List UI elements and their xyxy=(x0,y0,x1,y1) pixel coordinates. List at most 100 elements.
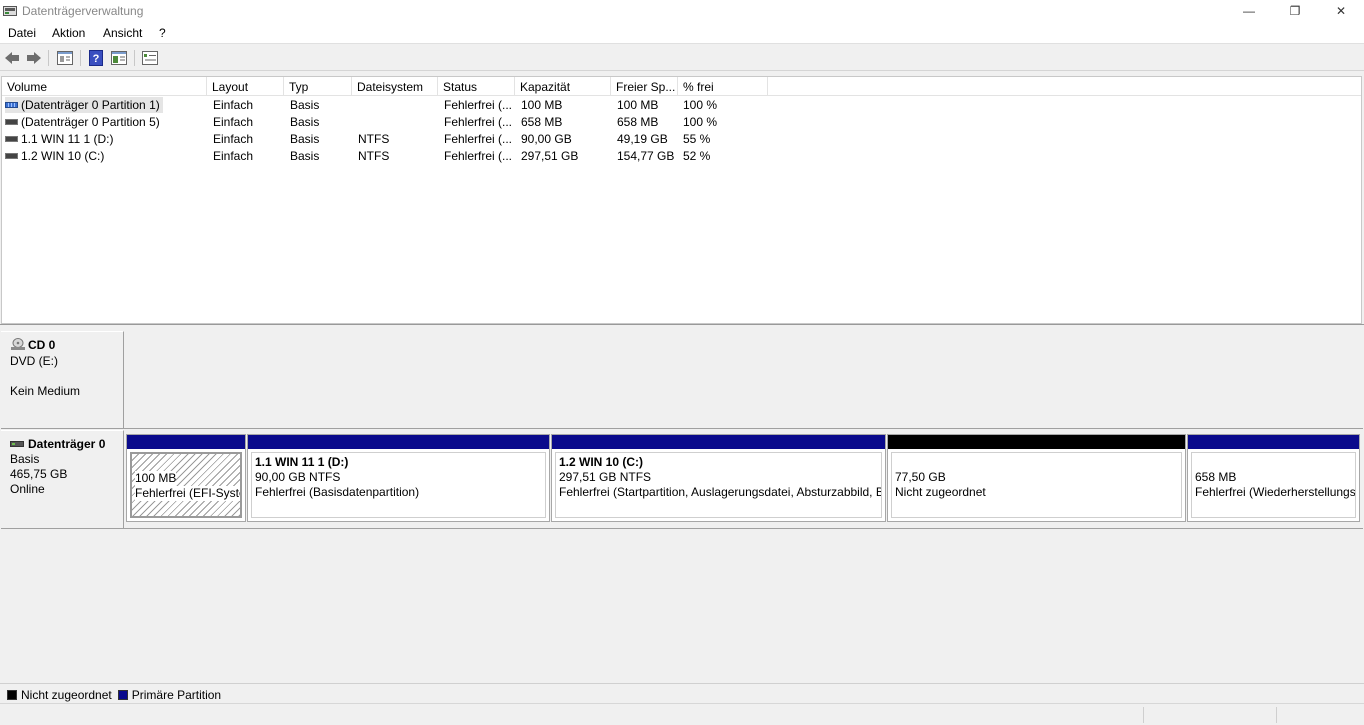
minimize-icon: — xyxy=(1243,4,1255,18)
partition-unallocated[interactable]: 77,50 GB Nicht zugeordnet xyxy=(887,434,1186,522)
status-bar-divider xyxy=(1276,707,1277,723)
status-cell: Fehlerfrei (... xyxy=(444,115,513,129)
partition-size: 90,00 GB NTFS xyxy=(255,470,341,484)
cd-name: CD 0 xyxy=(28,338,56,353)
properties-button[interactable] xyxy=(55,48,75,68)
pane-splitter[interactable] xyxy=(0,324,1364,330)
percent-free-cell: 52 % xyxy=(683,149,711,163)
partition-size: 658 MB xyxy=(1195,470,1237,484)
capacity-cell: 658 MB xyxy=(521,115,563,129)
partition-size: 77,50 GB xyxy=(895,470,946,484)
free-space-cell: 658 MB xyxy=(617,115,659,129)
settings-list-button[interactable] xyxy=(140,48,160,68)
column-volume[interactable]: Volume xyxy=(2,77,207,96)
disk-type: Basis xyxy=(10,452,40,467)
toolbar: ? xyxy=(0,43,1364,71)
volume-icon xyxy=(5,118,18,125)
close-icon: ✕ xyxy=(1335,4,1347,18)
column-typ[interactable]: Typ xyxy=(284,77,352,96)
column-status[interactable]: Status xyxy=(438,77,515,96)
title-bar: Datenträgerverwaltung — ❐ ✕ xyxy=(0,0,1364,22)
disk-label-disk0[interactable]: Datenträger 0 Basis 465,75 GB Online xyxy=(1,430,124,528)
toolbar-separator xyxy=(134,50,135,66)
column-freier-speicher[interactable]: Freier Sp... xyxy=(611,77,678,96)
menu-datei[interactable]: Datei xyxy=(8,26,36,40)
table-row[interactable]: (Datenträger 0 Partition 5) Einfach Basi… xyxy=(2,113,1361,130)
partition-title: 1.2 WIN 10 (C:) xyxy=(559,455,644,469)
disk-name: Datenträger 0 xyxy=(28,437,106,451)
partition-body: 100 MB Fehlerfrei (EFI-Systempartition) xyxy=(130,452,242,518)
close-button[interactable]: ✕ xyxy=(1318,0,1364,22)
minimize-button[interactable]: — xyxy=(1226,0,1272,22)
primary-partition-bar xyxy=(248,435,549,449)
partition-size: 297,51 GB NTFS xyxy=(559,470,652,484)
partition-efi[interactable]: 100 MB Fehlerfrei (EFI-Systempartition) xyxy=(126,434,246,522)
capacity-cell: 90,00 GB xyxy=(521,132,572,146)
partition-status: Fehlerfrei (EFI-Systempartition) xyxy=(135,486,242,501)
filesystem-cell: NTFS xyxy=(358,132,390,146)
disk-state: Online xyxy=(10,482,45,497)
volume-icon xyxy=(5,135,18,142)
volume-list: Volume Layout Typ Dateisystem Status Kap… xyxy=(1,76,1362,324)
column-prozent-frei[interactable]: % frei xyxy=(678,77,768,96)
volume-icon xyxy=(5,101,18,108)
toolbar-separator xyxy=(80,50,81,66)
free-space-cell: 100 MB xyxy=(617,98,659,112)
partition-win10[interactable]: 1.2 WIN 10 (C:) 297,51 GB NTFS Fehlerfre… xyxy=(551,434,886,522)
column-dateisystem[interactable]: Dateisystem xyxy=(352,77,438,96)
primary-partition-bar xyxy=(127,435,245,449)
forward-button[interactable] xyxy=(24,48,44,68)
partition-status: Fehlerfrei (Startpartition, Auslagerungs… xyxy=(559,485,881,499)
legend: Nicht zugeordnet Primäre Partition xyxy=(0,683,1364,703)
partition-status: Fehlerfrei (Wiederherstellungspartition) xyxy=(1195,485,1356,499)
forward-arrow-icon xyxy=(27,52,41,64)
typ-cell: Basis xyxy=(290,132,320,146)
free-space-cell: 49,19 GB xyxy=(617,132,668,146)
restore-button[interactable]: ❐ xyxy=(1272,0,1318,22)
status-cell: Fehlerfrei (... xyxy=(444,149,513,163)
table-row[interactable]: (Datenträger 0 Partition 1) Einfach Basi… xyxy=(2,96,1361,113)
partition-body: 1.2 WIN 10 (C:) 297,51 GB NTFS Fehlerfre… xyxy=(555,452,882,518)
column-layout[interactable]: Layout xyxy=(207,77,284,96)
partition-size: 100 MB xyxy=(135,471,177,486)
volume-list-header: Volume Layout Typ Dateisystem Status Kap… xyxy=(2,77,1361,96)
table-row[interactable]: 1.2 WIN 10 (C:) Einfach Basis NTFS Fehle… xyxy=(2,147,1361,164)
unallocated-bar xyxy=(888,435,1185,449)
settings-list-icon xyxy=(142,51,158,65)
unallocated-swatch xyxy=(7,689,17,700)
menu-aktion[interactable]: Aktion xyxy=(52,26,85,40)
capacity-cell: 100 MB xyxy=(521,98,563,112)
percent-free-cell: 100 % xyxy=(683,115,718,129)
disk-size: 465,75 GB xyxy=(10,467,68,482)
filesystem-cell: NTFS xyxy=(358,149,390,163)
back-button[interactable] xyxy=(2,48,22,68)
layout-cell: Einfach xyxy=(213,115,254,129)
disk-label-cd0[interactable]: CD 0 DVD (E:) Kein Medium xyxy=(1,331,124,428)
menu-ansicht[interactable]: Ansicht xyxy=(103,26,142,40)
hard-disk-icon xyxy=(10,437,24,452)
column-kapazitaet[interactable]: Kapazität xyxy=(515,77,611,96)
toolbar-separator xyxy=(48,50,49,66)
typ-cell: Basis xyxy=(290,98,320,112)
partition-win11[interactable]: 1.1 WIN 11 1 (D:) 90,00 GB NTFS Fehlerfr… xyxy=(247,434,550,522)
free-space-cell: 154,77 GB xyxy=(617,149,675,163)
typ-cell: Basis xyxy=(290,149,320,163)
typ-cell: Basis xyxy=(290,115,320,129)
help-button[interactable]: ? xyxy=(86,48,106,68)
primary-swatch xyxy=(117,689,128,700)
volume-cell: 1.2 WIN 10 (C:) xyxy=(5,148,104,164)
menu-help[interactable]: ? xyxy=(159,26,166,40)
volume-cell: 1.1 WIN 11 1 (D:) xyxy=(5,131,113,147)
disk-row-disk0: Datenträger 0 Basis 465,75 GB Online 100… xyxy=(1,430,1363,529)
table-row[interactable]: 1.1 WIN 11 1 (D:) Einfach Basis NTFS Feh… xyxy=(2,130,1361,147)
menu-bar: Datei Aktion Ansicht ? xyxy=(0,22,1364,43)
partition-recovery[interactable]: 658 MB Fehlerfrei (Wiederherstellungspar… xyxy=(1187,434,1360,522)
partition-body: 1.1 WIN 11 1 (D:) 90,00 GB NTFS Fehlerfr… xyxy=(251,452,546,518)
disk-list-button[interactable] xyxy=(109,48,129,68)
cd-drive-icon xyxy=(10,338,26,354)
primary-partition-bar xyxy=(552,435,885,449)
properties-icon xyxy=(57,51,73,65)
cd-media-state: Kein Medium xyxy=(10,384,81,398)
layout-cell: Einfach xyxy=(213,132,254,146)
status-bar xyxy=(0,703,1364,725)
